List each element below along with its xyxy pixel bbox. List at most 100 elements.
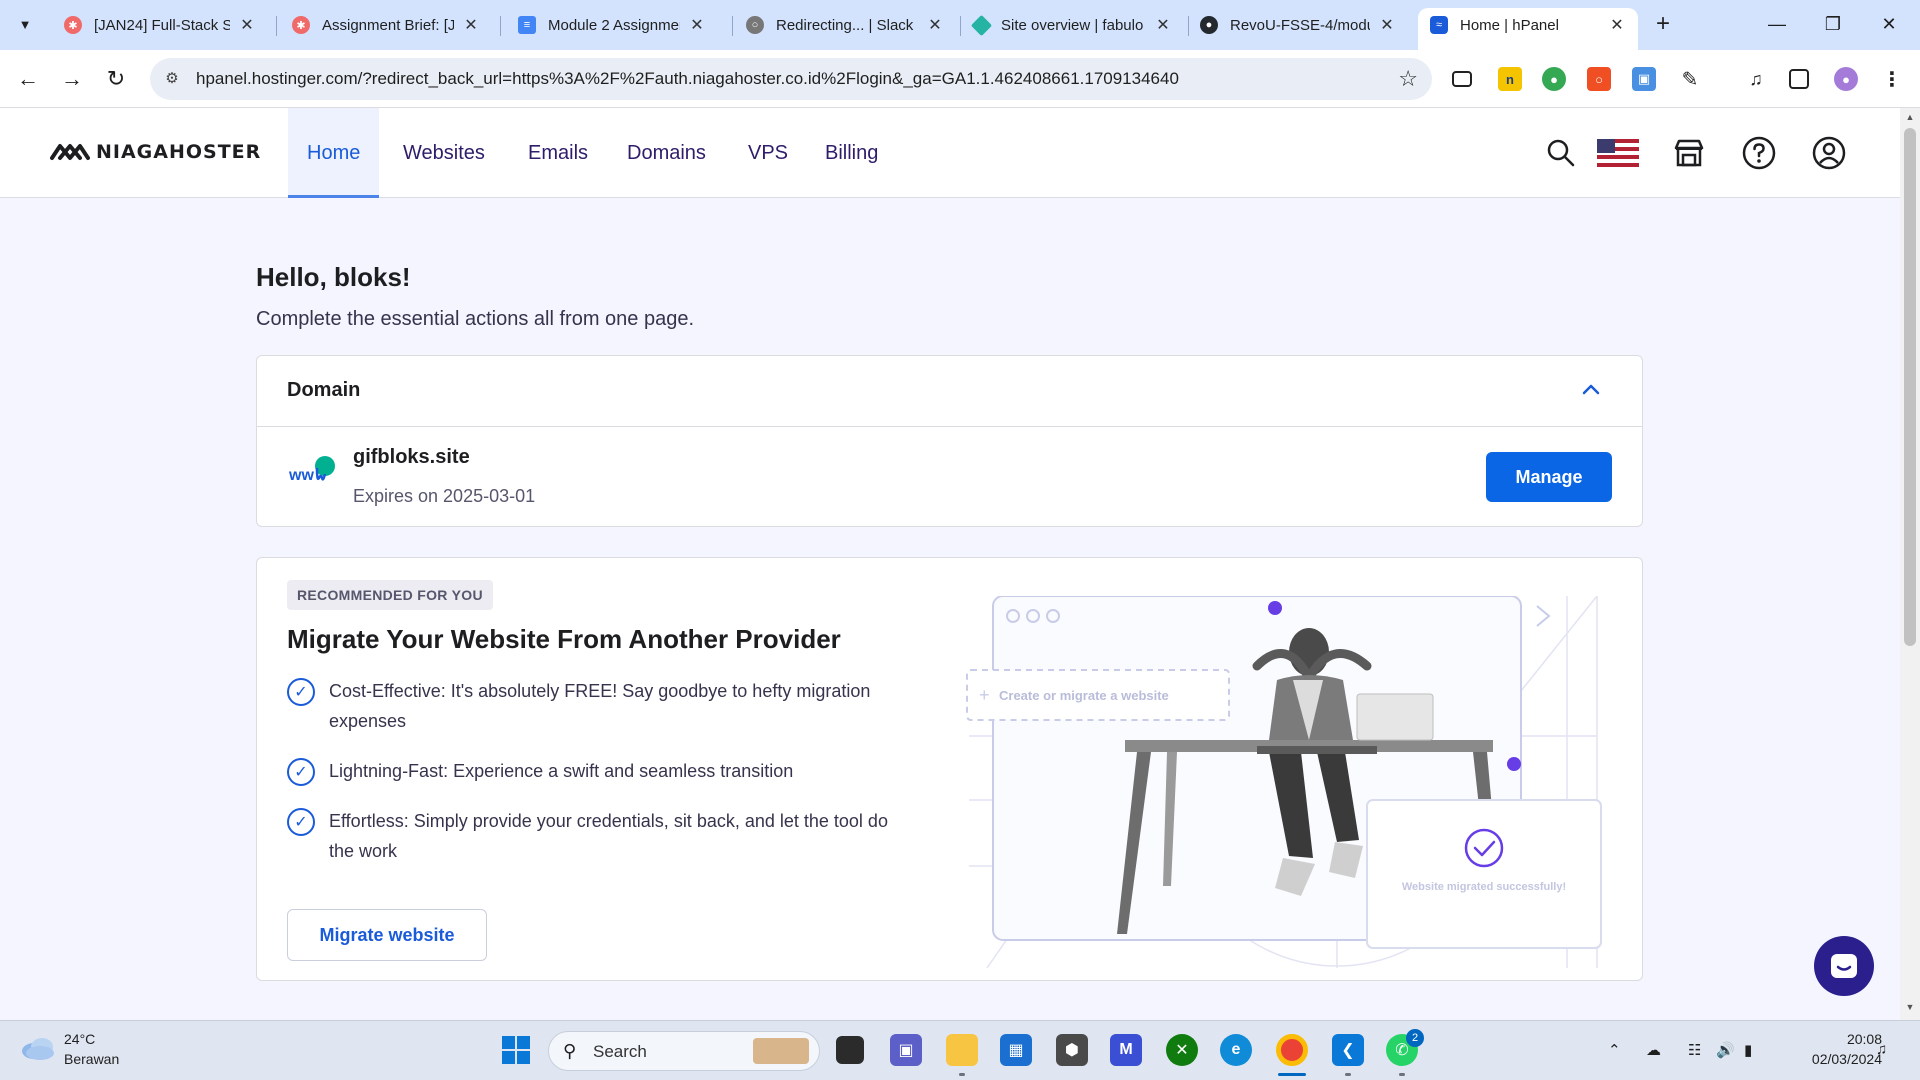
browser-toolbar: ← → ↻ ⚙ hpanel.hostinger.com/?redirect_b…	[0, 50, 1920, 108]
show-hidden-icons-icon[interactable]: ⌃	[1608, 1041, 1621, 1059]
us-flag-icon[interactable]	[1596, 134, 1640, 172]
microsoft-store-icon[interactable]: ▦	[1000, 1034, 1032, 1066]
onedrive-sync-icon[interactable]: ☁	[1646, 1041, 1661, 1059]
browser-tab-active[interactable]: ≈ Home | hPanel ✕	[1418, 8, 1638, 50]
nav-billing[interactable]: Billing	[806, 108, 897, 198]
new-tab-icon[interactable]: +	[1648, 10, 1678, 40]
nav-home[interactable]: Home	[288, 108, 380, 198]
browser-tab-5[interactable]: Site overview | fabulo ✕	[962, 8, 1184, 42]
browser-tab-3[interactable]: ≡ Module 2 Assignmen ✕	[506, 8, 718, 42]
notification-bell-icon[interactable]: ♫	[1876, 1041, 1887, 1058]
account-icon[interactable]	[1810, 134, 1848, 172]
extension-record-icon[interactable]: ○	[1587, 67, 1611, 91]
browser-tab-6[interactable]: ● RevoU-FSSE-4/modu ✕	[1188, 8, 1408, 42]
weather-description[interactable]: Berawan	[64, 1051, 119, 1067]
nav-vps[interactable]: VPS	[729, 108, 807, 198]
bookmark-star-icon[interactable]: ☆	[1398, 66, 1418, 92]
battery-icon[interactable]: ▮	[1744, 1041, 1752, 1059]
extension-n-icon[interactable]: n	[1498, 67, 1522, 91]
tab-title: RevoU-FSSE-4/modu	[1230, 16, 1370, 34]
tab-title: Redirecting... | Slack	[776, 16, 914, 34]
taskbar-date[interactable]: 02/03/2024	[1786, 1051, 1882, 1067]
edge-icon[interactable]: e	[1220, 1034, 1252, 1066]
wifi-icon[interactable]: ☷	[1688, 1041, 1701, 1059]
google-docs-icon: ≡	[518, 16, 536, 34]
media-control-icon[interactable]: ♫	[1744, 67, 1768, 91]
cloud-icon[interactable]	[20, 1035, 56, 1066]
taskbar-search[interactable]: ⚲ Search	[548, 1031, 820, 1071]
app-header: NIAGAHOSTER Home Websites Emails Domains…	[0, 108, 1900, 198]
address-bar[interactable]: ⚙ hpanel.hostinger.com/?redirect_back_ur…	[150, 58, 1432, 100]
chevron-up-icon[interactable]	[1582, 378, 1600, 401]
volume-icon[interactable]: 🔊	[1716, 1041, 1735, 1059]
browser-tab-4[interactable]: ○ Redirecting... | Slack ✕	[734, 8, 956, 42]
nav-domains[interactable]: Domains	[608, 108, 725, 198]
manage-domain-button[interactable]: Manage	[1486, 452, 1612, 502]
domain-name[interactable]: gifbloks.site	[353, 446, 470, 469]
nav-websites[interactable]: Websites	[384, 108, 504, 198]
teams-chat-icon[interactable]: ▣	[890, 1034, 922, 1066]
browser-menu-icon[interactable]: ⋮	[1880, 67, 1904, 91]
live-chat-button[interactable]	[1814, 936, 1874, 996]
browser-tabstrip: ▼ ✱ [JAN24] Full-Stack So ✕ ✱ Assignment…	[0, 0, 1920, 50]
feature-item: ✓ Lightning-Fast: Experience a swift and…	[287, 756, 907, 786]
minimize-icon[interactable]: —	[1754, 8, 1800, 40]
store-icon[interactable]	[1670, 134, 1708, 172]
tab-search-dropdown-icon[interactable]: ▼	[10, 9, 40, 39]
taskbar-time[interactable]: 20:08	[1832, 1031, 1882, 1047]
feature-text: Cost-Effective: It's absolutely FREE! Sa…	[329, 681, 871, 731]
close-window-icon[interactable]: ✕	[1866, 8, 1912, 40]
page-scrollbar[interactable]: ▲ ▼	[1900, 108, 1920, 1020]
logo-text: NIAGAHOSTER	[96, 141, 262, 163]
close-tab-icon[interactable]: ✕	[926, 15, 944, 35]
page-subtitle: Complete the essential actions all from …	[256, 308, 695, 330]
scroll-thumb[interactable]	[1904, 128, 1916, 646]
reload-icon[interactable]: ↻	[100, 63, 132, 95]
browser-tab-1[interactable]: ✱ [JAN24] Full-Stack So ✕	[52, 8, 268, 42]
file-explorer-icon[interactable]	[946, 1034, 978, 1066]
close-tab-icon[interactable]: ✕	[1378, 15, 1396, 35]
browser-tab-2[interactable]: ✱ Assignment Brief: [JA ✕	[280, 8, 492, 42]
svg-text:ww: ww	[289, 467, 314, 484]
windows-start-icon[interactable]	[500, 1034, 532, 1066]
tab-divider	[500, 16, 501, 36]
profile-avatar-icon[interactable]: ●	[1834, 67, 1858, 91]
niagahoster-logo[interactable]: NIAGAHOSTER	[50, 140, 261, 164]
check-circle-icon: ✓	[287, 758, 315, 786]
extension-clipboard-icon[interactable]: ▣	[1632, 67, 1656, 91]
tab-divider	[732, 16, 733, 36]
close-tab-icon[interactable]: ✕	[462, 15, 480, 35]
check-circle-icon: ✓	[287, 808, 315, 836]
scroll-down-icon[interactable]: ▼	[1900, 1002, 1920, 1018]
domain-expiry: Expires on 2025-03-01	[353, 486, 536, 506]
nav-emails[interactable]: Emails	[509, 108, 607, 198]
search-icon[interactable]	[1542, 134, 1580, 172]
forward-icon[interactable]: →	[56, 63, 88, 95]
chrome-icon[interactable]	[1276, 1034, 1308, 1066]
domain-card-header[interactable]: Domain	[257, 356, 1642, 427]
taskbar-search-label: Search	[593, 1042, 647, 1061]
restore-icon[interactable]: ❐	[1810, 8, 1856, 40]
feature-item: ✓ Effortless: Simply provide your creden…	[287, 806, 907, 866]
tab-divider	[276, 16, 277, 36]
migrate-website-button[interactable]: Migrate website	[287, 909, 487, 961]
side-panel-icon[interactable]	[1789, 69, 1809, 89]
unity-hub-icon[interactable]: ⬢	[1056, 1034, 1088, 1066]
picture-in-picture-icon[interactable]	[1452, 71, 1472, 87]
back-icon[interactable]: ←	[12, 63, 44, 95]
vscode-icon[interactable]: ❮	[1332, 1034, 1364, 1066]
help-icon[interactable]	[1740, 134, 1778, 172]
close-tab-icon[interactable]: ✕	[1608, 15, 1626, 35]
extension-android-icon[interactable]: ●	[1542, 67, 1566, 91]
app-m-icon[interactable]: M	[1110, 1034, 1142, 1066]
close-tab-icon[interactable]: ✕	[238, 15, 256, 35]
task-view-icon[interactable]	[836, 1036, 864, 1064]
weather-temperature[interactable]: 24°C	[64, 1031, 95, 1047]
extensions-puzzle-icon[interactable]: ✎	[1678, 67, 1702, 91]
url-text[interactable]: hpanel.hostinger.com/?redirect_back_url=…	[196, 69, 1179, 89]
close-tab-icon[interactable]: ✕	[688, 15, 706, 35]
xbox-icon[interactable]: ✕	[1166, 1034, 1198, 1066]
close-tab-icon[interactable]: ✕	[1154, 15, 1172, 35]
scroll-up-icon[interactable]: ▲	[1900, 112, 1920, 128]
site-info-icon[interactable]: ⚙	[162, 69, 182, 89]
